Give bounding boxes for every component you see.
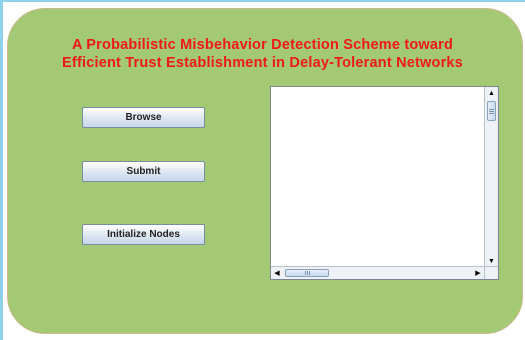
submit-button[interactable]: Submit [82, 161, 205, 182]
browse-button[interactable]: Browse [82, 107, 205, 128]
title-line-1: A Probabilistic Misbehavior Detection Sc… [71, 37, 454, 53]
horizontal-scrollbar[interactable]: ◀ ▶ [271, 266, 484, 279]
arrow-left-icon[interactable]: ◀ [271, 267, 283, 279]
initialize-nodes-button[interactable]: Initialize Nodes [82, 224, 205, 245]
arrow-up-icon[interactable]: ▲ [485, 87, 498, 99]
page-title: A Probabilistic Misbehavior Detection Sc… [0, 36, 525, 72]
title-line-2: Efficient Trust Establishment in Delay-T… [62, 55, 463, 71]
scroll-corner [484, 266, 498, 279]
vertical-scrollbar[interactable]: ▲ ▼ [484, 87, 498, 267]
vertical-scroll-thumb[interactable] [487, 101, 496, 121]
arrow-right-icon[interactable]: ▶ [472, 267, 484, 279]
output-text-area[interactable]: ▲ ▼ ◀ ▶ [270, 86, 499, 280]
window-top-border [0, 0, 525, 2]
horizontal-scroll-thumb[interactable] [285, 269, 329, 277]
